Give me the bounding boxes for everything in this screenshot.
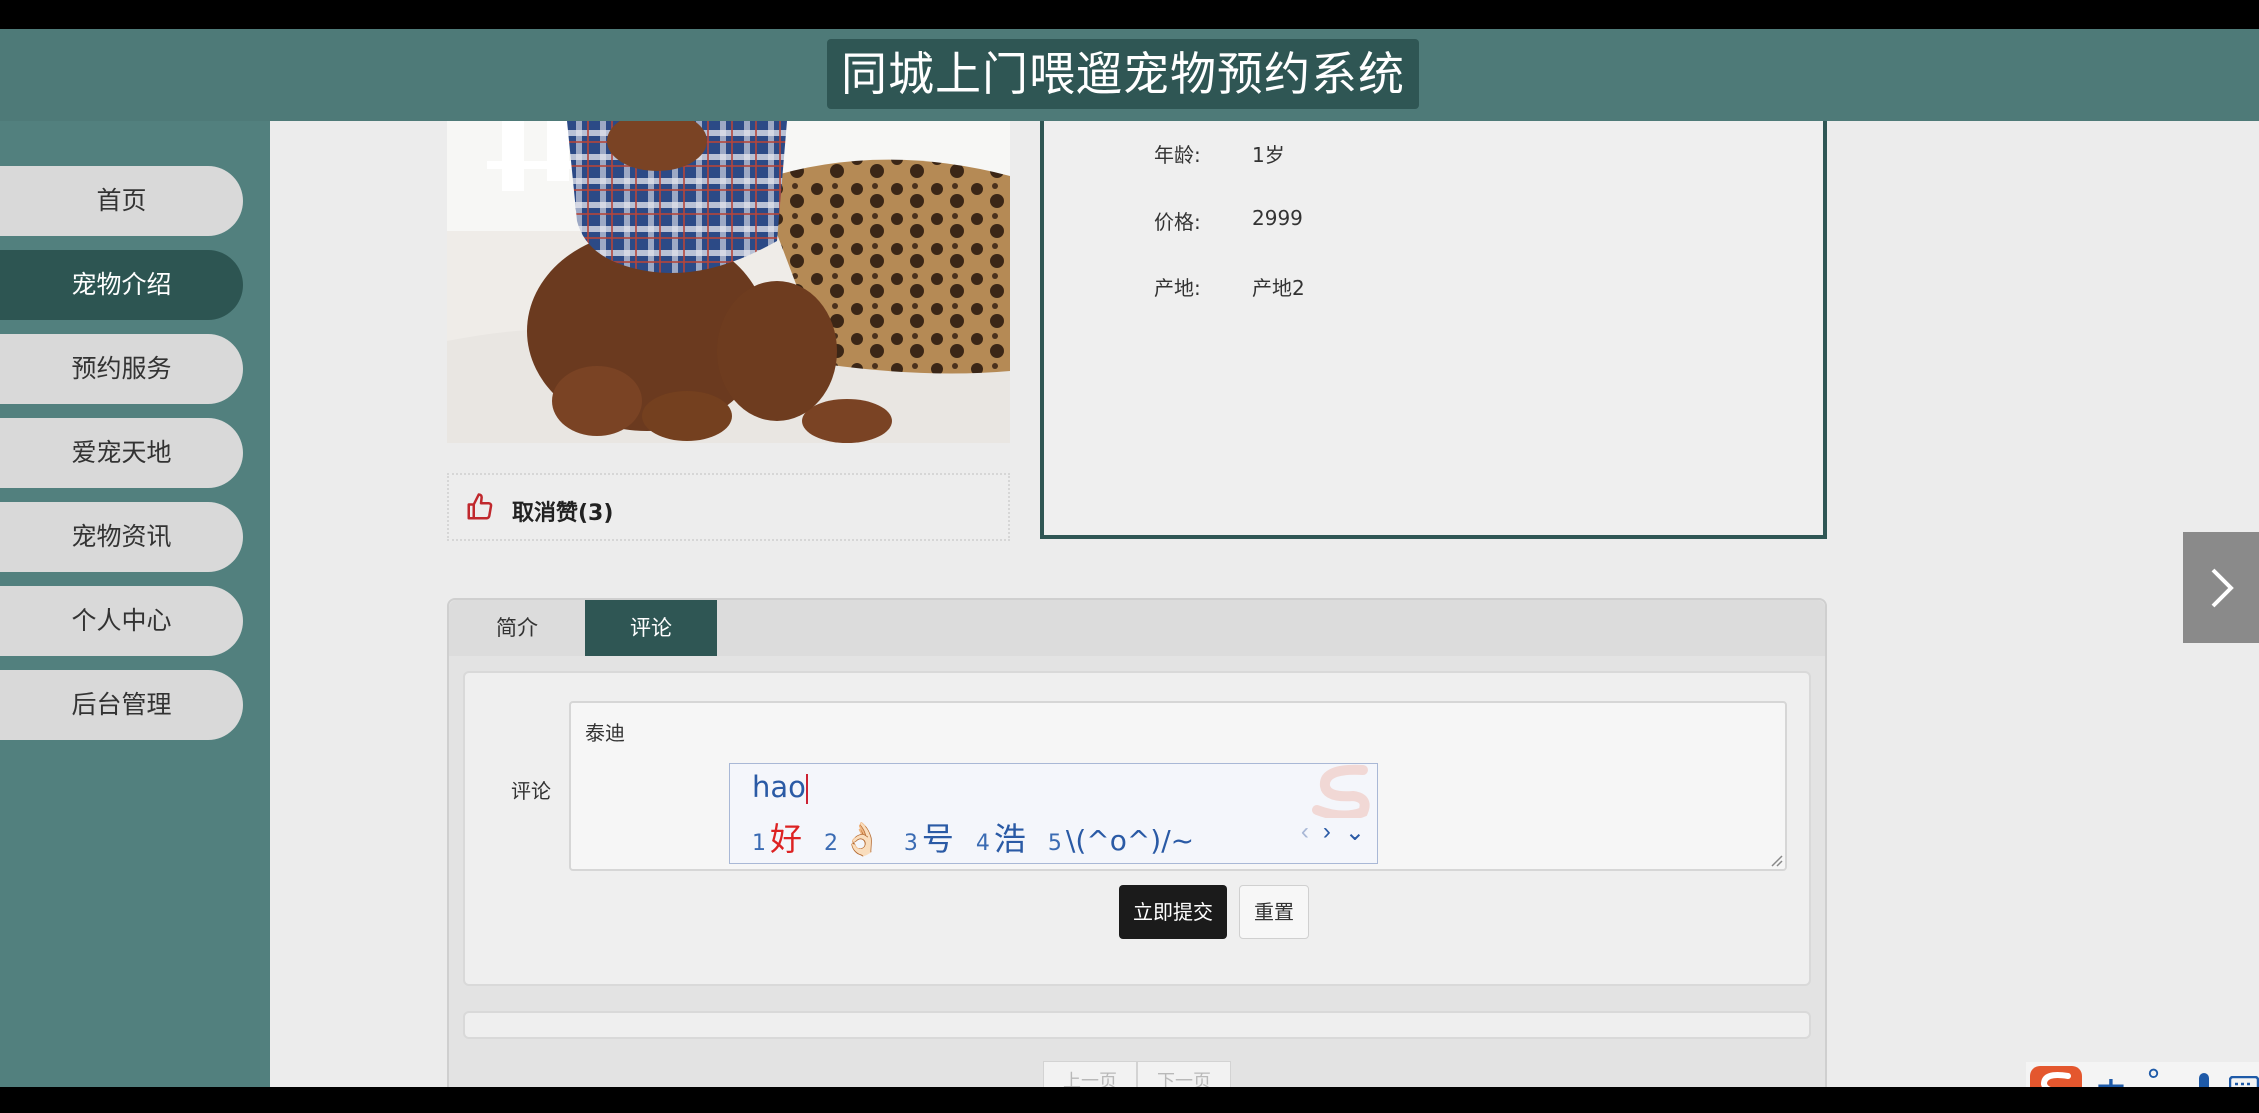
comment-text: 泰迪: [585, 721, 625, 745]
comment-textarea[interactable]: 泰迪 hao 1 好 2 👌🏻 3 号 4 浩 5 \(^o^)/~ ‹ › ⌄: [569, 701, 1787, 871]
tab-bar: 简介 评论: [449, 600, 1825, 656]
microphone-icon[interactable]: [2193, 1072, 2215, 1087]
ime-candidate-window: hao 1 好 2 👌🏻 3 号 4 浩 5 \(^o^)/~ ‹ › ⌄: [729, 763, 1378, 864]
detail-tabs: 简介 评论 评论 泰迪 hao 1 好 2 👌🏻 3 号 4 浩 5 \(^o^…: [447, 598, 1827, 1087]
age-label: 年龄:: [1154, 143, 1201, 167]
thumbs-up-icon: [467, 493, 493, 520]
candidate-number: 5: [1047, 831, 1062, 856]
sidebar-item-booking[interactable]: 预约服务: [0, 334, 243, 404]
candidate-number: 2: [824, 831, 839, 856]
screen: 同城上门喂遛宠物预约系统 首页 宠物介绍 预约服务 爱宠天地 宠物资讯 个人中心…: [0, 29, 2259, 1087]
carousel-next-button[interactable]: [2183, 532, 2259, 643]
candidate-item[interactable]: \(^o^)/~: [1066, 824, 1194, 857]
age-value: 1岁: [1252, 143, 1285, 167]
pet-photo: [447, 121, 1010, 443]
comment-label: 评论: [511, 779, 551, 803]
ime-language-toggle[interactable]: 中: [2096, 1070, 2126, 1087]
pagination: 上一页 下一页: [1043, 1061, 1231, 1087]
prev-page-button[interactable]: 上一页: [1043, 1061, 1137, 1087]
candidate-item[interactable]: 号: [922, 814, 954, 860]
tab-comments[interactable]: 评论: [585, 600, 717, 656]
sidebar-nav: 首页 宠物介绍 预约服务 爱宠天地 宠物资讯 个人中心 后台管理: [0, 121, 270, 1087]
unlike-label: 取消赞(3): [512, 501, 614, 526]
candidate-number: 1: [752, 831, 766, 856]
origin-label: 产地:: [1154, 276, 1201, 300]
ime-status-bar: 中 °,: [2026, 1062, 2259, 1087]
price-label: 价格:: [1154, 210, 1201, 234]
ime-nav: ‹ › ⌄: [1301, 818, 1365, 847]
candidate-item[interactable]: 👌🏻: [842, 820, 882, 858]
tab-intro[interactable]: 简介: [449, 600, 585, 656]
chevron-right-icon[interactable]: ›: [1323, 818, 1331, 847]
comment-form: 评论 泰迪 hao 1 好 2 👌🏻 3 号 4 浩 5 \(^o^)/~ ‹ …: [463, 671, 1811, 986]
candidate-number: 3: [903, 831, 918, 856]
next-page-button[interactable]: 下一页: [1137, 1061, 1231, 1087]
chevron-left-icon[interactable]: ‹: [1301, 818, 1309, 847]
sidebar-item-profile[interactable]: 个人中心: [0, 586, 243, 656]
pet-info-panel: 年龄: 1岁 价格: 2999 产地: 产地2: [1040, 121, 1827, 539]
sidebar-item-pet-intro[interactable]: 宠物介绍: [0, 250, 243, 320]
chevron-right-icon: [2211, 568, 2234, 608]
ime-composition: hao: [752, 770, 806, 804]
candidate-item[interactable]: 好: [770, 814, 802, 860]
ime-punct-toggle[interactable]: °,: [2146, 1064, 2171, 1087]
comment-list: [463, 1011, 1811, 1039]
sidebar-item-pet-news[interactable]: 宠物资讯: [0, 502, 243, 572]
submit-button[interactable]: 立即提交: [1119, 885, 1227, 939]
top-header: 同城上门喂遛宠物预约系统: [0, 29, 2259, 121]
chevron-down-icon[interactable]: ⌄: [1345, 818, 1365, 847]
keyboard-icon[interactable]: [2229, 1076, 2259, 1087]
candidate-item[interactable]: 浩: [994, 814, 1026, 860]
resize-grip-icon[interactable]: [1769, 853, 1783, 867]
reset-button[interactable]: 重置: [1239, 885, 1309, 939]
sogou-logo-icon[interactable]: [2026, 1062, 2086, 1087]
ime-candidates: 1 好 2 👌🏻 3 号 4 浩 5 \(^o^)/~: [752, 814, 1216, 858]
text-caret: [806, 774, 808, 804]
site-title: 同城上门喂遛宠物预约系统: [827, 39, 1419, 109]
main-content: 年龄: 1岁 价格: 2999 产地: 产地2 取消赞(3) 简介 评论 评论 …: [270, 121, 2259, 1087]
sidebar-item-home[interactable]: 首页: [0, 166, 243, 236]
sidebar-item-admin[interactable]: 后台管理: [0, 670, 243, 740]
poodle-photo-icon: [447, 121, 1010, 443]
unlike-button[interactable]: 取消赞(3): [447, 473, 1010, 541]
sogou-watermark-icon: [1312, 764, 1370, 818]
candidate-number: 4: [975, 831, 990, 856]
sidebar-item-pet-world[interactable]: 爱宠天地: [0, 418, 243, 488]
origin-value: 产地2: [1252, 276, 1305, 300]
price-value: 2999: [1252, 206, 1303, 230]
